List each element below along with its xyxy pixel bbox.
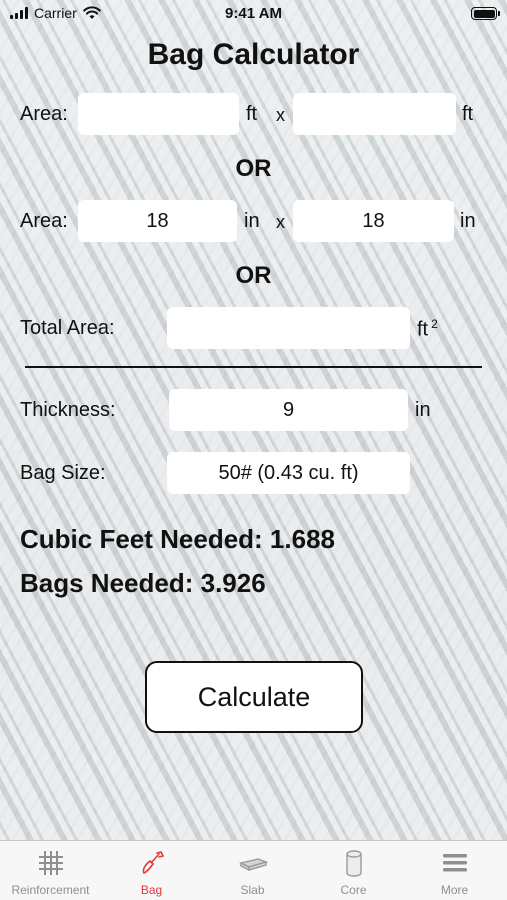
total-area-input[interactable] [167,307,410,349]
section-divider [25,366,482,368]
area-in-width-input[interactable]: 18 [293,200,454,242]
tab-reinforcement-label: Reinforcement [11,883,90,897]
battery-icon [471,7,500,20]
tab-bar: Reinforcement Bag Slab Core More [0,840,507,900]
bag-size-picker[interactable]: 50# (0.43 cu. ft) [167,452,410,494]
tab-reinforcement[interactable]: Reinforcement [0,841,101,900]
area-ft-unit-1: ft [246,103,258,125]
bags-needed-result: Bags Needed: 3.926 [20,568,266,598]
tab-bag[interactable]: Bag [101,841,202,900]
bag-calculator-screen: Bag Calculator Area: ft x ft OR Area: 18… [0,0,507,840]
area-in-times-label: x [276,212,285,232]
status-bar: Carrier 9:41 AM [0,0,507,28]
or-separator-1: OR [235,155,272,182]
tab-core-label: Core [340,883,367,897]
calculate-button[interactable]: Calculate [145,661,363,733]
area-ft-width-input[interactable] [293,93,456,135]
cubic-feet-result: Cubic Feet Needed: 1.688 [20,524,335,554]
thickness-label: Thickness: [20,399,116,421]
tab-slab-label: Slab [240,883,265,897]
area-in-unit-1: in [244,210,260,232]
bag-size-label: Bag Size: [20,462,106,484]
status-time: 9:41 AM [225,5,282,22]
area-ft-unit-2: ft [462,103,474,125]
area-in-length-input[interactable]: 18 [78,200,237,242]
area-ft-times-label: x [276,105,285,125]
thickness-unit: in [415,399,431,421]
tab-more[interactable]: More [404,841,505,900]
area-in-unit-2: in [460,210,476,232]
or-separator-2: OR [235,262,272,289]
area-ft-label: Area: [20,103,68,125]
area-in-label: Area: [20,210,68,232]
tab-core[interactable]: Core [303,841,404,900]
grid-icon [38,851,63,875]
tab-slab[interactable]: Slab [202,841,303,900]
tab-more-label: More [440,883,469,897]
total-area-unit: ft 2 [417,317,438,342]
tab-bag-label: Bag [140,883,163,897]
thickness-input[interactable]: 9 [169,389,408,431]
total-area-unit-exponent: 2 [431,317,438,331]
area-ft-length-input[interactable] [78,93,239,135]
menu-icon [442,854,467,872]
total-area-label: Total Area: [20,317,115,339]
trowel-icon [142,851,164,874]
page-title: Bag Calculator [147,38,360,71]
slab-icon [238,858,268,872]
cylinder-icon [345,850,362,877]
total-area-unit-base: ft [417,318,429,341]
